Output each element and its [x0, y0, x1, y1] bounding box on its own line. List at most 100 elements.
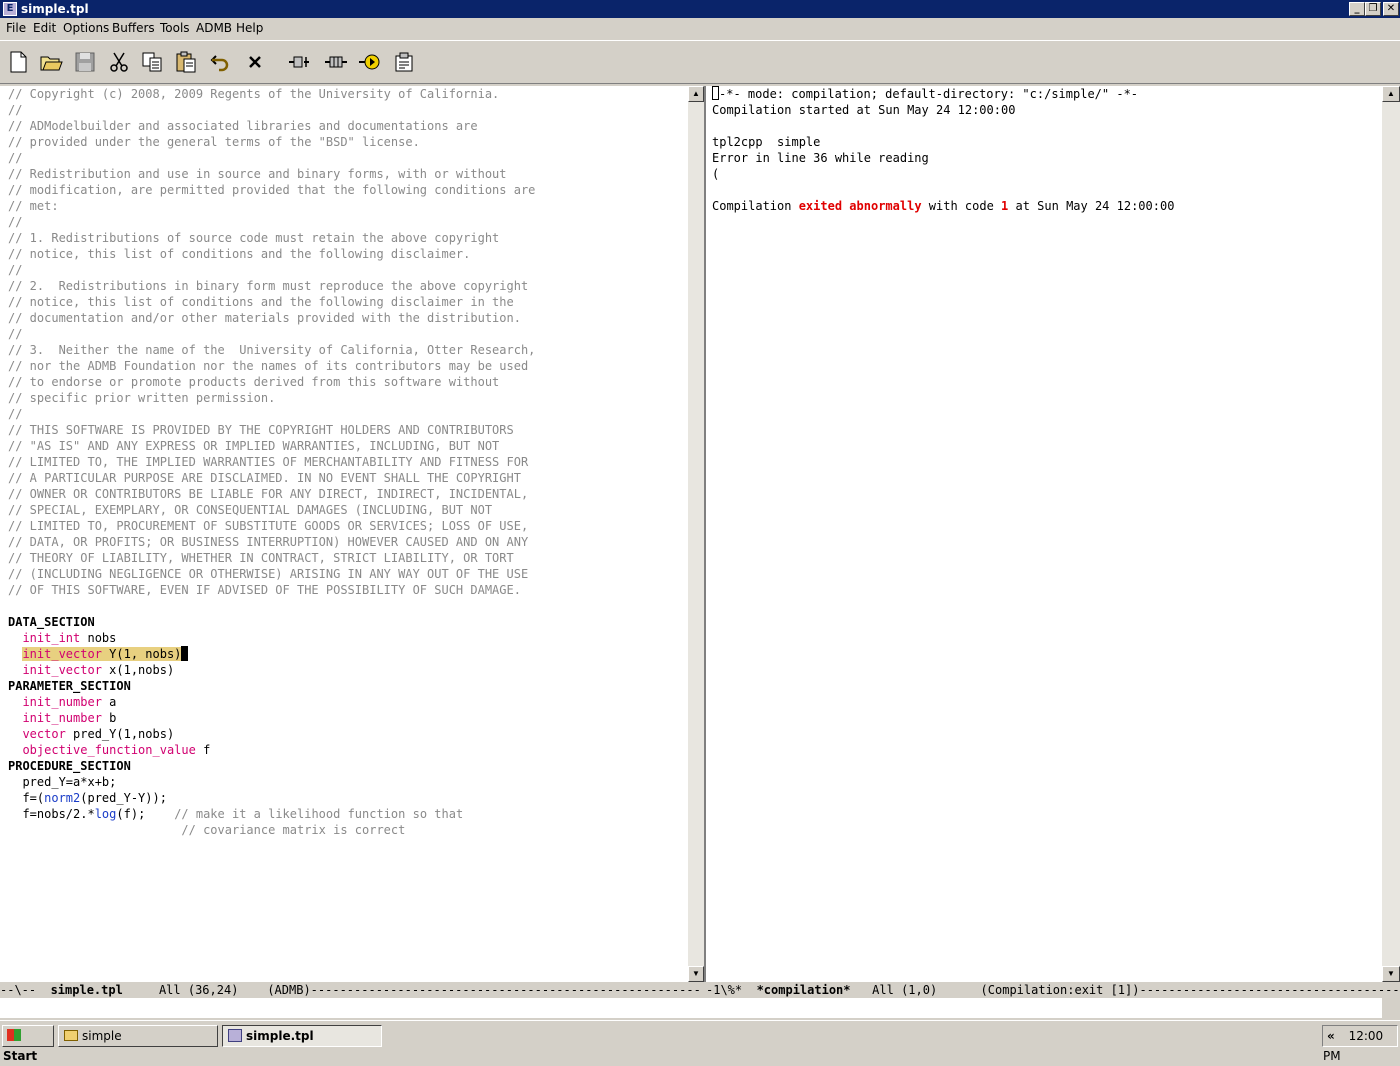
function-name: log	[95, 807, 117, 821]
emacs-icon	[228, 1029, 242, 1042]
build-icon[interactable]	[324, 49, 348, 75]
help-doc-icon[interactable]	[392, 49, 416, 75]
menu-tools[interactable]: Tools	[160, 21, 190, 35]
scroll-down-arrow-icon[interactable]: ▼	[1382, 966, 1400, 982]
system-tray: « 12:00 PM	[1322, 1025, 1398, 1047]
task-label: simple	[82, 1029, 122, 1043]
close-buffer-icon[interactable]	[243, 49, 267, 75]
emacs-app-icon: E	[3, 2, 17, 16]
inline-comment: // make it a likelihood function so that	[174, 807, 463, 821]
toolbar	[0, 40, 1400, 84]
type-keyword: init_vector	[22, 647, 101, 661]
comment-line: // DATA, OR PROFITS; OR BUSINESS INTERRU…	[8, 534, 535, 550]
data-section-keyword: DATA_SECTION	[8, 615, 95, 629]
right-scrollbar[interactable]: ▲ ▼	[1382, 86, 1400, 982]
minibuffer-scrollbar[interactable]	[1382, 998, 1400, 1018]
undo-icon[interactable]	[208, 49, 232, 75]
type-keyword: vector	[22, 727, 65, 741]
comment-line: // OWNER OR CONTRIBUTORS BE LIABLE FOR A…	[8, 486, 535, 502]
parameter-section-keyword: PARAMETER_SECTION	[8, 679, 131, 693]
copy-icon[interactable]	[140, 49, 164, 75]
license-comment: // Copyright (c) 2008, 2009 Regents of t…	[8, 86, 535, 598]
minibuffer[interactable]	[0, 998, 1382, 1018]
comment-line: // 3. Neither the name of the University…	[8, 342, 535, 358]
tray-expand-chevron-icon[interactable]: «	[1327, 1029, 1335, 1043]
compilation-pane[interactable]: -*- mode: compilation; default-directory…	[706, 86, 1382, 982]
comment-line: // LIMITED TO, THE IMPLIED WARRANTIES OF…	[8, 454, 535, 470]
exit-text: at Sun May 24 12:00:00	[1008, 199, 1174, 213]
comment-line: // specific prior written permission.	[8, 390, 535, 406]
start-label: Start	[3, 1049, 37, 1063]
windows-logo-icon	[7, 1029, 21, 1041]
identifier: f	[196, 743, 210, 757]
menu-edit[interactable]: Edit	[33, 21, 56, 35]
menu-bar: File Edit Options Buffers Tools ADMB Hel…	[0, 18, 1400, 38]
paste-icon[interactable]	[174, 49, 198, 75]
source-code: // Copyright (c) 2008, 2009 Regents of t…	[8, 86, 535, 838]
identifier: nobs	[80, 631, 116, 645]
menu-help[interactable]: Help	[236, 21, 263, 35]
code-statement: f=(	[8, 791, 44, 805]
code-statement: (f);	[116, 807, 174, 821]
comment-line: //	[8, 262, 535, 278]
comment-line: //	[8, 102, 535, 118]
type-keyword: init_number	[22, 711, 101, 725]
error-context: (	[712, 167, 719, 181]
left-scrollbar[interactable]: ▲ ▼	[688, 86, 704, 982]
buffer-name: *compilation*	[757, 983, 851, 997]
exit-status-word: exited	[799, 199, 842, 213]
cut-icon[interactable]	[107, 49, 131, 75]
compile-icon[interactable]	[287, 49, 311, 75]
taskbar-item-simple[interactable]: simple	[58, 1025, 218, 1047]
text-cursor	[181, 646, 188, 661]
buffer-name: simple.tpl	[51, 983, 123, 997]
comment-line: // A PARTICULAR PURPOSE ARE DISCLAIMED. …	[8, 470, 535, 486]
procedure-section-keyword: PROCEDURE_SECTION	[8, 759, 131, 773]
taskbar-item-simple-tpl[interactable]: simple.tpl	[222, 1025, 382, 1047]
menu-admb[interactable]: ADMB	[196, 21, 232, 35]
minimize-button[interactable]: _	[1349, 2, 1365, 16]
mode-line-header: -*- mode: compilation; default-directory…	[719, 87, 1138, 101]
identifier: Y(1, nobs)	[102, 647, 181, 661]
save-icon[interactable]	[73, 49, 97, 75]
highlighted-line: init_vector Y(1, nobs)	[22, 647, 181, 661]
type-keyword: objective_function_value	[22, 743, 195, 757]
menu-file[interactable]: File	[6, 21, 26, 35]
emacs-window: E simple.tpl _ ❐ ✕ File Edit Options Buf…	[0, 0, 1400, 1020]
restore-button[interactable]: ❐	[1365, 2, 1381, 16]
run-icon[interactable]	[358, 49, 382, 75]
compile-start-line: Compilation started at Sun May 24 12:00:…	[712, 103, 1015, 117]
identifier: x(1,nobs)	[102, 663, 174, 677]
window-title: simple.tpl	[21, 0, 89, 18]
comment-line: //	[8, 150, 535, 166]
comment-line: // SPECIAL, EXEMPLARY, OR CONSEQUENTIAL …	[8, 502, 535, 518]
code-statement: (pred_Y-Y));	[80, 791, 167, 805]
new-file-icon[interactable]	[6, 49, 30, 75]
menu-options[interactable]: Options	[63, 21, 109, 35]
type-keyword: init_number	[22, 695, 101, 709]
comment-line: // notice, this list of conditions and t…	[8, 246, 535, 262]
scroll-up-arrow-icon[interactable]: ▲	[1382, 86, 1400, 102]
open-folder-icon[interactable]	[39, 49, 63, 75]
identifier: pred_Y(1,nobs)	[66, 727, 174, 741]
scroll-down-arrow-icon[interactable]: ▼	[688, 966, 704, 982]
comment-line: // Copyright (c) 2008, 2009 Regents of t…	[8, 86, 535, 102]
close-window-button[interactable]: ✕	[1383, 2, 1399, 16]
start-button[interactable]: Start	[2, 1025, 54, 1047]
scroll-up-arrow-icon[interactable]: ▲	[688, 86, 704, 102]
comment-line: // Redistribution and use in source and …	[8, 166, 535, 182]
exit-status-word: abnormally	[849, 199, 921, 213]
compile-command: tpl2cpp simple	[712, 135, 820, 149]
menu-buffers[interactable]: Buffers	[112, 21, 155, 35]
source-editor-pane[interactable]: // Copyright (c) 2008, 2009 Regents of t…	[0, 86, 688, 982]
code-statement: f=nobs/2.*	[8, 807, 95, 821]
function-name: norm2	[44, 791, 80, 805]
windows-taskbar: Start simple simple.tpl « 12:00 PM	[0, 1020, 1400, 1050]
title-bar[interactable]: E simple.tpl _ ❐ ✕	[0, 0, 1400, 18]
task-label: simple.tpl	[246, 1029, 314, 1043]
comment-line: // documentation and/or other materials …	[8, 310, 535, 326]
left-mode-line[interactable]: --\-- simple.tpl All (36,24) (ADMB)-----…	[0, 982, 704, 998]
right-mode-line[interactable]: -1\%* *compilation* All (1,0) (Compilati…	[706, 982, 1400, 998]
inline-comment: // covariance matrix is correct	[181, 823, 405, 837]
mode-line: --\-- simple.tpl All (36,24) (ADMB)-----…	[0, 982, 1400, 998]
